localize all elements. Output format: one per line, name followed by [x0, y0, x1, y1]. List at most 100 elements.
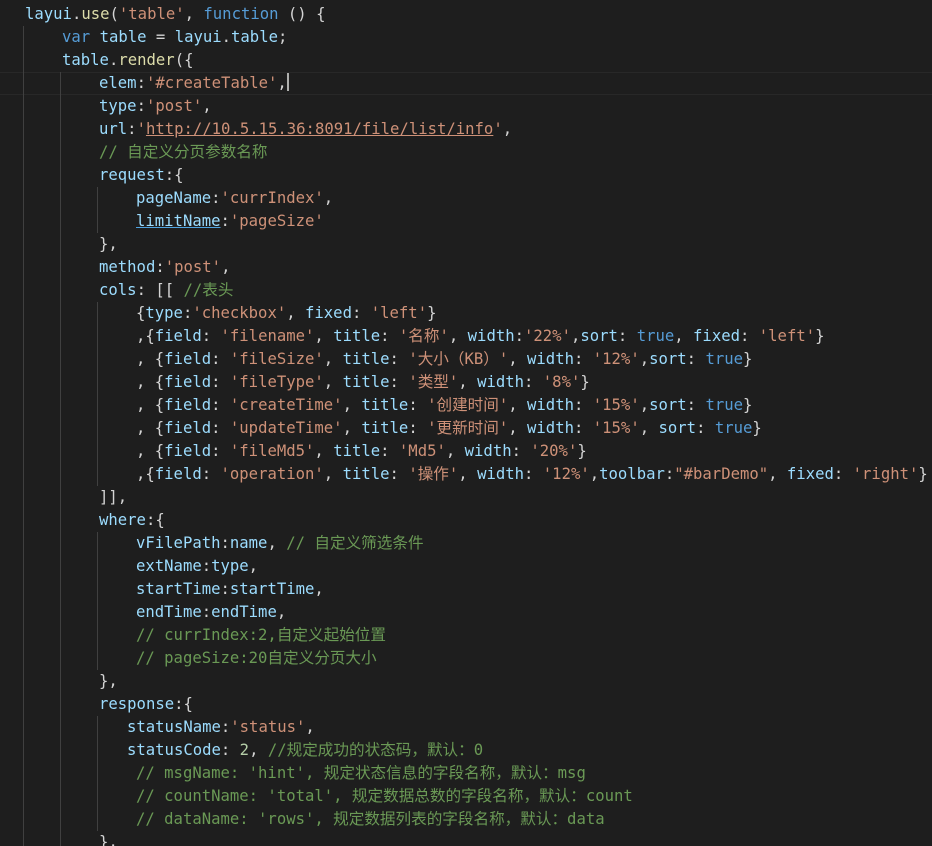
punctuation-token: , [458, 373, 478, 391]
punctuation-token: : [833, 465, 853, 483]
identifier-token: request [99, 166, 165, 184]
indent-guide [60, 72, 61, 95]
code-line-content: layui.use('table', function () { [25, 3, 325, 26]
punctuation-token: , [221, 258, 231, 276]
punctuation-token: }, [99, 235, 118, 253]
string-token: 'fileSize' [229, 350, 324, 368]
indent-guide [97, 647, 98, 670]
punctuation-token: } [743, 350, 753, 368]
identifier-token: field [164, 442, 212, 460]
indent-guide [23, 210, 24, 233]
keyword-token: true [705, 396, 744, 414]
code-line-content: // dataName: 'rows', 规定数据列表的字段名称，默认：data [136, 808, 605, 831]
indent-guide [23, 118, 24, 141]
punctuation-token: : [220, 212, 230, 230]
identifier-token: field [164, 373, 212, 391]
indent-guide [60, 532, 61, 555]
punctuation-token: : [664, 465, 675, 483]
indent-guide [97, 532, 98, 555]
string-token: 'left' [370, 304, 428, 322]
identifier-token: table [99, 28, 147, 46]
string-token: 'status' [230, 718, 306, 736]
indent-guide [23, 739, 24, 762]
string-token: 'updateTime' [229, 419, 343, 437]
indent-guide [97, 578, 98, 601]
indent-guide [60, 118, 61, 141]
keyword-token: var [62, 28, 91, 46]
indent-guide [23, 762, 24, 785]
indent-guide [97, 371, 98, 394]
comment-token: //表头 [183, 281, 234, 299]
link-token[interactable]: http://10.5.15.36:8091/file/list/info [146, 120, 493, 138]
punctuation-token: . [221, 28, 232, 46]
code-line-content: }, [99, 233, 118, 256]
indent-guide [23, 164, 24, 187]
code-line-content: endTime:endTime, [136, 601, 286, 624]
identifier-token: width [467, 327, 515, 345]
indent-guide [23, 95, 24, 118]
comment-token: //规定成功的状态码，默认：0 [267, 741, 484, 759]
punctuation-token: : [211, 350, 230, 368]
punctuation-token: : [408, 419, 428, 437]
punctuation-token: }, [99, 833, 118, 846]
punctuation-token: : [573, 419, 593, 437]
punctuation-token: } [743, 396, 753, 414]
punctuation-token: , { [136, 373, 165, 391]
indent-guide [97, 440, 98, 463]
punctuation-token: ; [277, 28, 288, 46]
indent-guide [60, 670, 61, 693]
comment-token: // 自定义分页参数名称 [99, 143, 268, 161]
indent-guide [23, 532, 24, 555]
indent-guide [97, 601, 98, 624]
punctuation-token: :{ [164, 166, 184, 184]
punctuation-token: : [573, 396, 593, 414]
comment-token: // dataName: 'rows', 规定数据列表的字段名称，默认：data [136, 810, 605, 828]
punctuation-token: : [389, 350, 409, 368]
identifier-token: field [154, 327, 202, 345]
indent-guide [23, 417, 24, 440]
indent-guide [23, 486, 24, 509]
indent-guide [23, 463, 24, 486]
indent-guide [60, 509, 61, 532]
comment-token: // countName: 'total', 规定数据总数的字段名称，默认：co… [136, 787, 633, 805]
punctuation-token: } [580, 373, 590, 391]
indent-guide [60, 233, 61, 256]
string-token: 'fileType' [229, 373, 324, 391]
indent-guide [23, 187, 24, 210]
punctuation-token: }, [99, 672, 118, 690]
string-token: '#createTable' [145, 74, 278, 92]
code-line-content: // pageSize:20自定义分页大小 [136, 647, 377, 670]
code-line-content: , {field: 'createTime', title: '创建时间', w… [136, 394, 752, 417]
punctuation-token: : [351, 304, 371, 322]
punctuation-token: : [201, 603, 212, 621]
code-editor[interactable]: layui.use('table', function () { var tabl… [0, 0, 932, 846]
identifier-token: pageName [136, 189, 212, 207]
punctuation-token: : [182, 304, 193, 322]
string-token: 'filename' [220, 327, 315, 345]
string-token: ' [136, 120, 146, 138]
indent-guide [97, 785, 98, 808]
punctuation-token: . [108, 51, 119, 69]
code-line-content: var table = layui.table; [62, 26, 287, 49]
indent-guide [97, 394, 98, 417]
punctuation-token: , [768, 465, 787, 483]
code-line-content: where:{ [99, 509, 165, 532]
string-token: '20%' [530, 442, 578, 460]
string-token: '类型' [408, 373, 459, 391]
string-token: 'right' [852, 465, 919, 483]
string-token: '创建时间' [427, 396, 509, 414]
punctuation-token: , [323, 373, 343, 391]
punctuation-token: , [342, 396, 362, 414]
function-token: render [118, 51, 175, 69]
string-token: 'checkbox' [192, 304, 287, 322]
string-token: 'fileMd5' [229, 442, 315, 460]
code-line-content: , {field: 'updateTime', title: '更新时间', w… [136, 417, 762, 440]
code-line-content: , {field: 'fileType', title: '类型', width… [136, 371, 590, 394]
code-line-content: type:'post', [99, 95, 212, 118]
punctuation-token: , [639, 350, 650, 368]
indent-guide [60, 624, 61, 647]
indent-guide [23, 601, 24, 624]
indent-guide [97, 762, 98, 785]
punctuation-token: :{ [145, 511, 165, 529]
punctuation-token: : [211, 442, 230, 460]
